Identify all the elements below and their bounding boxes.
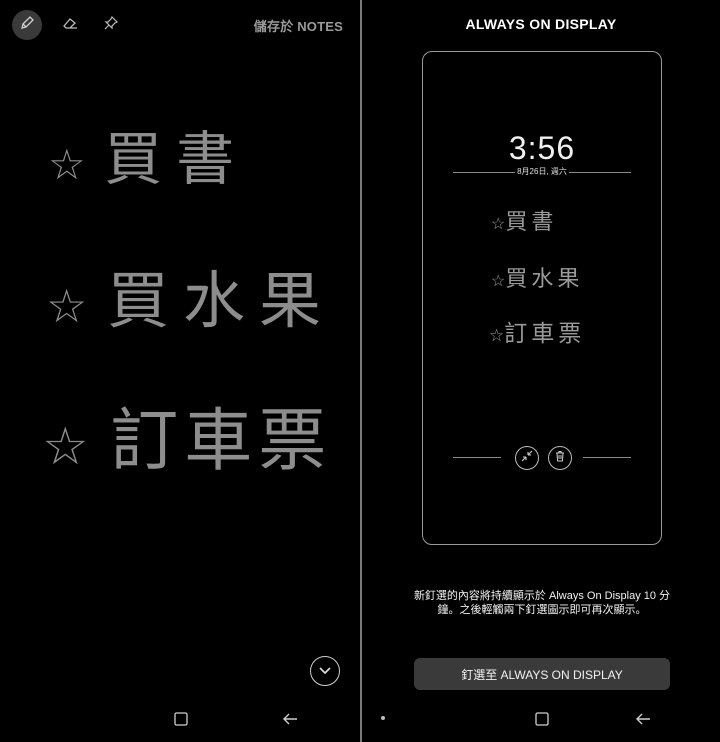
pin-tool[interactable] [96,10,126,40]
memo-line-2: ☆買水果 [491,267,584,292]
pencil-icon [19,15,35,36]
star-icon: ☆ [46,279,88,333]
recent-apps-icon[interactable] [174,712,188,731]
navigation-bar [0,698,360,742]
memo-line-3: ☆訂車票 [489,321,586,347]
memo-line-1: ☆買書 [491,210,558,235]
save-to-notes-button[interactable]: 儲存於 NOTES [254,16,343,35]
aod-preview-frame: 3:56 8月26日, 週六 ☆買書 ☆買水果 ☆訂車票 [422,51,662,545]
pin-to-aod-button[interactable]: 釘選至 ALWAYS ON DISPLAY [414,658,670,690]
notes-panel: 儲存於 NOTES ☆ 買書 ☆ 買水果 ☆ 訂車票 [0,0,360,742]
eraser-icon [61,15,79,36]
divider-line [583,457,631,458]
handwriting-line-1: ☆ 買書 [48,125,249,193]
star-icon: ☆ [489,326,505,346]
aod-clock: 3:56 [508,130,576,166]
back-icon[interactable] [282,712,298,731]
pencil-tool[interactable] [12,10,42,40]
divider-line [453,457,501,458]
expand-button[interactable] [310,656,340,686]
pin-description: 新釘選的內容將持續顯示於 Always On Display 10 分鐘。之後輕… [413,590,671,616]
eraser-tool[interactable] [55,10,85,40]
handwriting-line-2: ☆ 買水果 [46,264,335,337]
handwriting-line-3: ☆ 訂車票 [42,402,333,481]
pin-icon [103,15,119,36]
collapse-arrows-icon [521,449,533,467]
navigation-bar [362,698,720,742]
star-icon: ☆ [491,271,506,290]
page-title: ALWAYS ON DISPLAY [465,16,617,32]
aod-date: 8月26日, 週六 [517,167,567,176]
unpin-button[interactable] [515,446,539,470]
star-icon: ☆ [48,140,86,189]
chevron-down-icon [319,662,331,680]
star-icon: ☆ [42,417,89,477]
aod-preview-panel: ALWAYS ON DISPLAY 3:56 8月26日, 週六 ☆買書 ☆買水… [362,0,720,742]
dot-indicator [381,716,385,720]
recent-apps-icon[interactable] [535,712,549,731]
trash-icon [554,449,566,467]
delete-button[interactable] [548,446,572,470]
back-icon[interactable] [635,712,651,731]
star-icon: ☆ [491,214,506,233]
